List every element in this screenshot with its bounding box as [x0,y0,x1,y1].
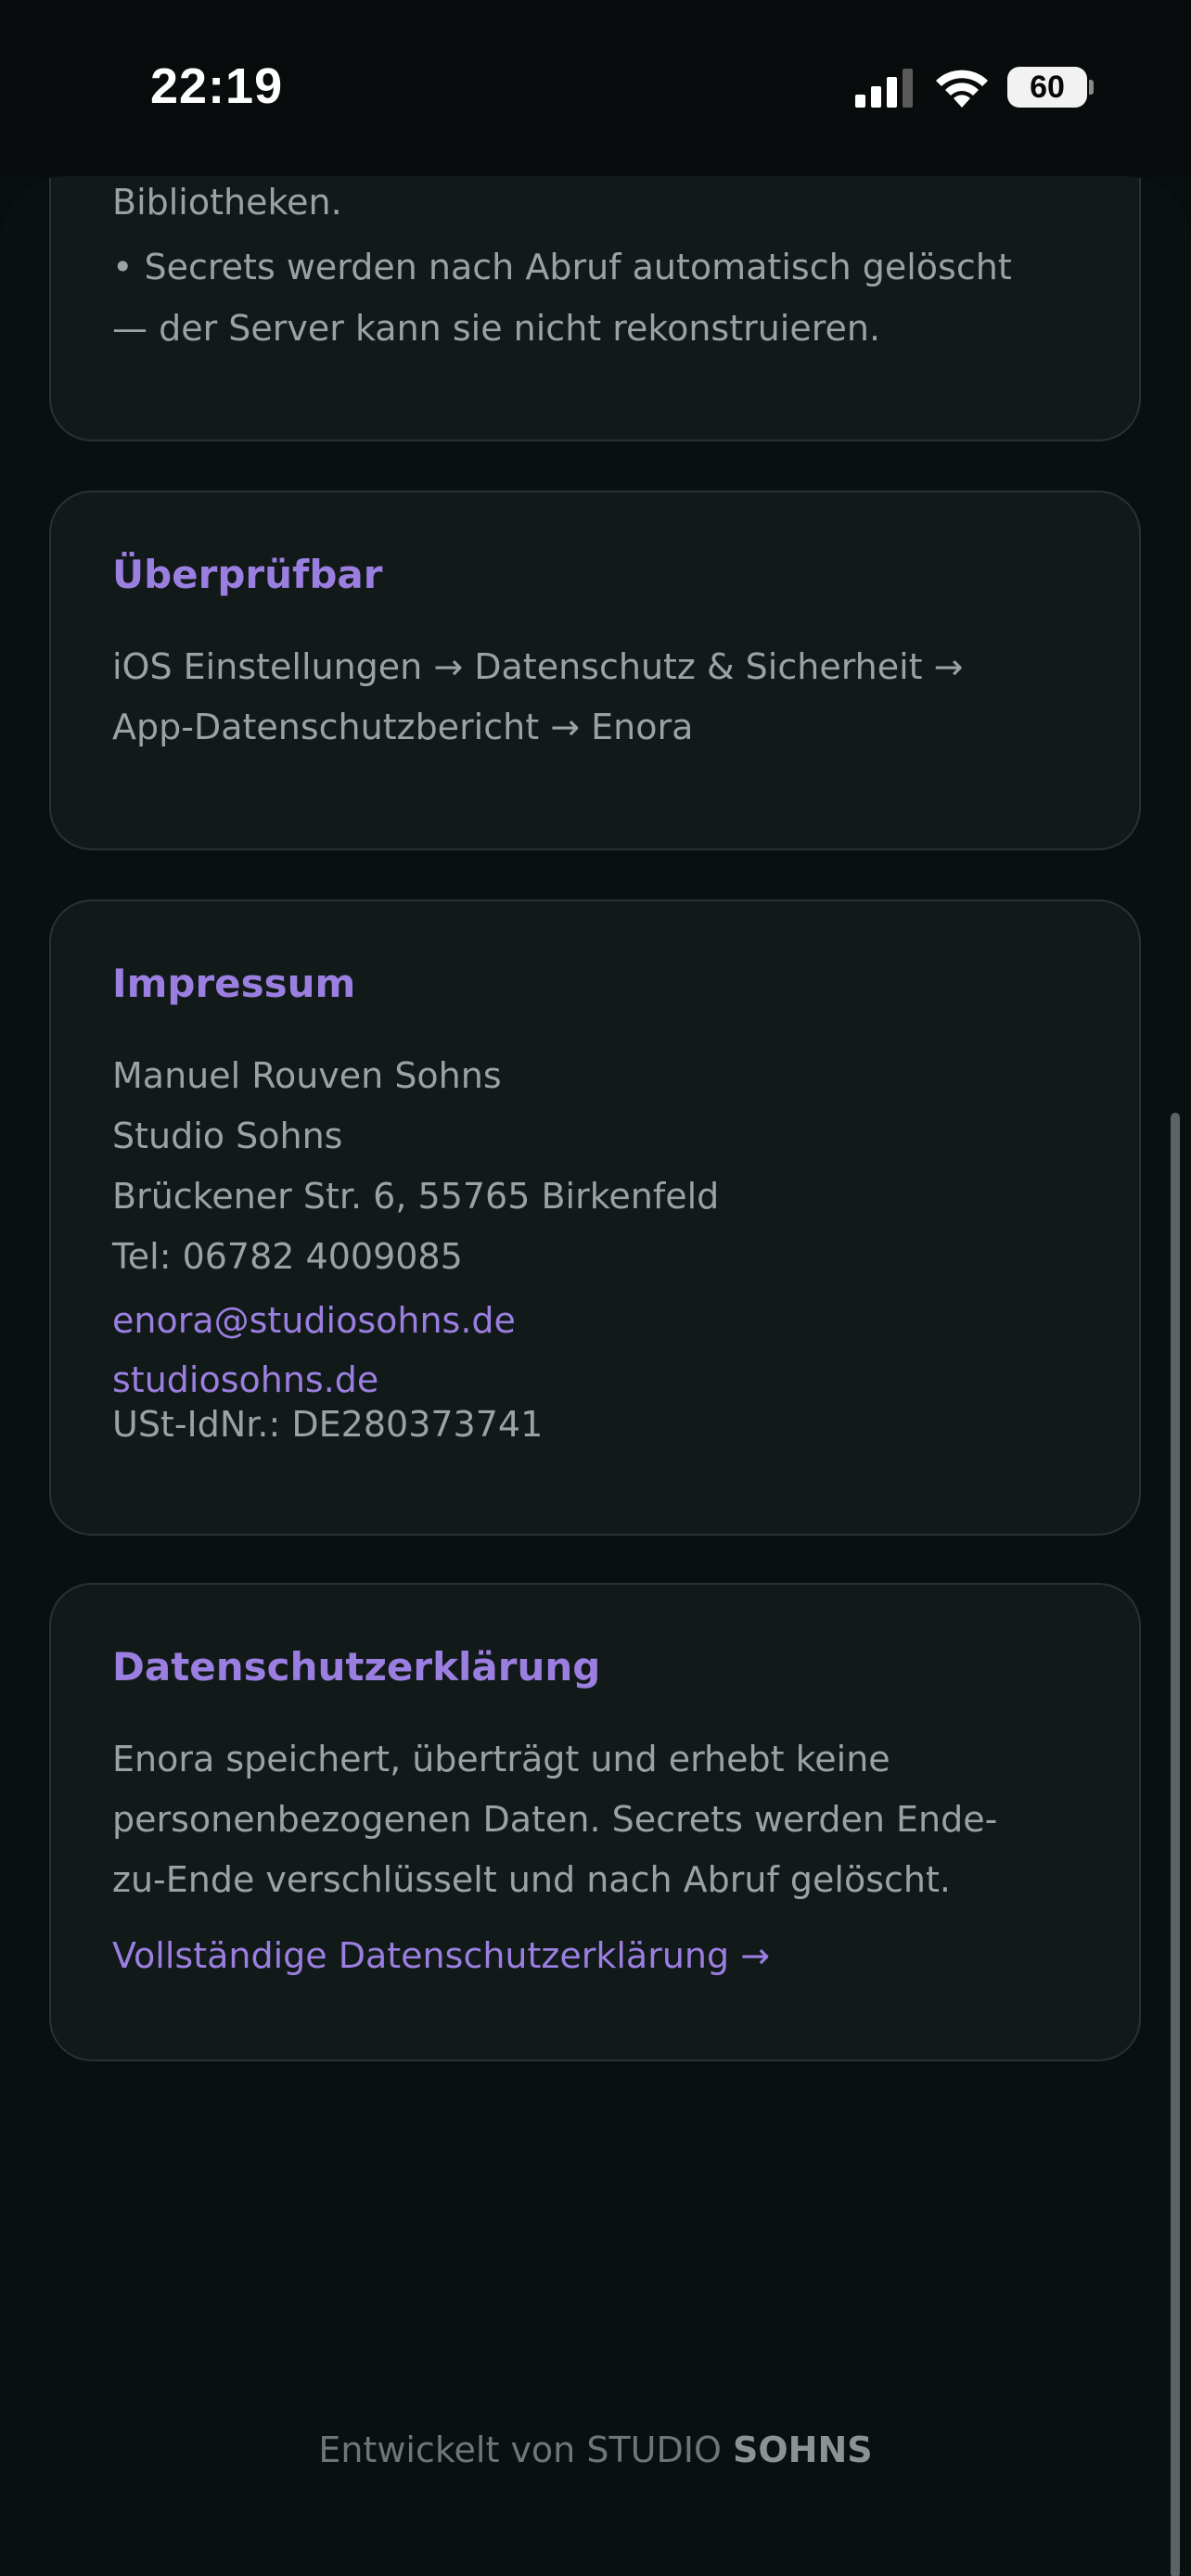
battery-nub [1089,80,1094,95]
battery-level: 60 [1030,69,1065,105]
privacy-policy-card: Datenschutzerklärung Enora speichert, üb… [49,1583,1141,2061]
privacy-card: Bibliotheken. • Secrets werden nach Abru… [49,176,1141,441]
verifiable-title: Überprüfbar [112,552,383,597]
footer-brand: SOHNS [732,2429,873,2470]
imprint-address: Brückener Str. 6, 55765 Birkenfeld [112,1176,720,1217]
privacy-bullet-line-2: — der Server kann sie nicht rekonstruier… [112,308,881,349]
verifiable-line-2: App-Datenschutzbericht → Enora [112,707,694,747]
imprint-name: Manuel Rouven Sohns [112,1055,502,1096]
imprint-company: Studio Sohns [112,1116,343,1156]
imprint-phone: Tel: 06782 4009085 [112,1236,463,1277]
imprint-email-link[interactable]: enora@studiosohns.de [112,1300,516,1341]
privacy-policy-line-1: Enora speichert, überträgt und erhebt ke… [112,1739,890,1779]
scrollbar[interactable] [1171,1113,1180,2576]
battery-icon: 60 [1007,67,1087,108]
privacy-policy-title: Datenschutzerklärung [112,1644,601,1690]
footer-prefix: Entwickelt von STUDIO [318,2429,722,2470]
privacy-bullet-line-1: • Secrets werden nach Abruf automatisch … [112,247,1012,287]
status-bar: 22:19 60 [0,0,1191,176]
cut-off-text: Bibliotheken. [112,182,342,223]
content-sheet[interactable]: Bibliotheken. • Secrets werden nach Abru… [0,176,1191,2576]
status-time: 22:19 [150,58,284,114]
footer-credit: Entwickelt von STUDIO SOHNS [0,2429,1191,2470]
full-privacy-policy-link[interactable]: Vollständige Datenschutzerklärung → [112,1935,770,1976]
privacy-policy-line-2: personenbezogenen Daten. Secrets werden … [112,1799,998,1840]
verifiable-line-1: iOS Einstellungen → Datenschutz & Sicher… [112,646,964,687]
imprint-card: Impressum Manuel Rouven Sohns Studio Soh… [49,899,1141,1536]
imprint-vat: USt-IdNr.: DE280373741 [112,1404,544,1445]
wifi-icon [936,70,988,108]
imprint-title: Impressum [112,961,356,1006]
signal-icon [855,69,913,108]
verifiable-card: Überprüfbar iOS Einstellungen → Datensch… [49,491,1141,850]
privacy-policy-line-3: zu-Ende verschlüsselt und nach Abruf gel… [112,1859,951,1900]
screen: 22:19 60 Bibliotheken. • Secrets werden … [0,0,1191,2576]
